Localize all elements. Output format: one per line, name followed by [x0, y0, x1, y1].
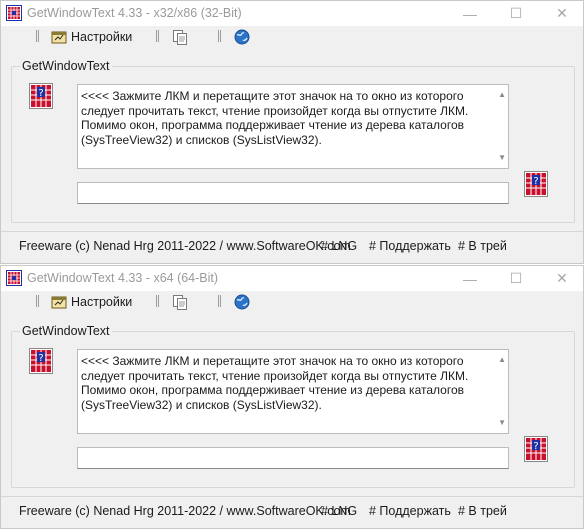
scroll-down-arrow-icon[interactable]: ▼	[498, 151, 506, 166]
info-text: <<<< Зажмите ЛКМ и перетащите этот значо…	[81, 89, 469, 147]
group-title: GetWindowText	[20, 59, 112, 73]
maximize-button[interactable]: ☐	[493, 266, 539, 291]
maximize-button[interactable]: ☐	[493, 1, 539, 26]
scroll-up-arrow-icon[interactable]: ▲	[498, 88, 506, 103]
toolbar-separator	[156, 30, 159, 42]
toolbar-separator	[218, 295, 221, 307]
minimize-button[interactable]: —	[447, 1, 493, 26]
close-button[interactable]: ✕	[539, 266, 584, 291]
copy-icon[interactable]	[172, 29, 188, 45]
drag-finder-icon[interactable]: ?	[524, 436, 548, 462]
settings-icon[interactable]	[51, 294, 67, 310]
globe-icon[interactable]	[234, 294, 250, 310]
title-bar[interactable]: GetWindowText 4.33 - x64 (64-Bit) — ☐ ✕	[1, 266, 583, 291]
status-lng-link[interactable]: # LNG	[321, 504, 357, 518]
settings-menu-button[interactable]: Настройки	[71, 30, 132, 44]
toolbar-separator	[36, 30, 39, 42]
globe-icon[interactable]	[234, 29, 250, 45]
svg-text:?: ?	[533, 441, 538, 452]
getwindowtext-group: GetWindowText ? <<<< Зажмите ЛКМ и перет…	[11, 324, 575, 488]
group-title: GetWindowText	[20, 324, 112, 338]
drag-finder-icon[interactable]: ?	[29, 348, 53, 374]
copy-icon[interactable]	[172, 294, 188, 310]
svg-text:?: ?	[38, 88, 43, 99]
drag-finder-icon[interactable]: ?	[29, 83, 53, 109]
settings-icon[interactable]	[51, 29, 67, 45]
status-support-link[interactable]: # Поддержать	[369, 239, 451, 253]
window-title: GetWindowText 4.33 - x32/x86 (32-Bit)	[27, 6, 242, 20]
scroll-down-arrow-icon[interactable]: ▼	[498, 416, 506, 431]
window-32bit: GetWindowText 4.33 - x32/x86 (32-Bit) — …	[0, 0, 584, 264]
status-lng-link[interactable]: # LNG	[321, 239, 357, 253]
result-input[interactable]	[77, 447, 509, 469]
toolbar-separator	[218, 30, 221, 42]
status-copyright: Freeware (c) Nenad Hrg 2011-2022 / www.S…	[19, 504, 351, 518]
close-button[interactable]: ✕	[539, 1, 584, 26]
info-text: <<<< Зажмите ЛКМ и перетащите этот значо…	[81, 354, 469, 412]
status-tray-link[interactable]: # В трей	[458, 239, 507, 253]
svg-text:?: ?	[533, 176, 538, 187]
app-icon	[6, 270, 22, 286]
scroll-up-arrow-icon[interactable]: ▲	[498, 353, 506, 368]
svg-text:?: ?	[38, 353, 43, 364]
status-copyright: Freeware (c) Nenad Hrg 2011-2022 / www.S…	[19, 239, 351, 253]
app-icon	[6, 5, 22, 21]
toolbar: Настройки	[1, 26, 583, 49]
status-support-link[interactable]: # Поддержать	[369, 504, 451, 518]
result-input[interactable]	[77, 182, 509, 204]
window-64bit: GetWindowText 4.33 - x64 (64-Bit) — ☐ ✕ …	[0, 265, 584, 529]
status-tray-link[interactable]: # В трей	[458, 504, 507, 518]
info-textarea[interactable]: <<<< Зажмите ЛКМ и перетащите этот значо…	[77, 84, 509, 169]
minimize-button[interactable]: —	[447, 266, 493, 291]
toolbar-separator	[156, 295, 159, 307]
toolbar-separator	[36, 295, 39, 307]
drag-finder-icon[interactable]: ?	[524, 171, 548, 197]
info-textarea[interactable]: <<<< Зажмите ЛКМ и перетащите этот значо…	[77, 349, 509, 434]
window-title: GetWindowText 4.33 - x64 (64-Bit)	[27, 271, 219, 285]
status-bar: Freeware (c) Nenad Hrg 2011-2022 / www.S…	[1, 231, 583, 260]
settings-menu-button[interactable]: Настройки	[71, 295, 132, 309]
getwindowtext-group: GetWindowText ? <<<< Зажмите ЛКМ и перет…	[11, 59, 575, 223]
toolbar: Настройки	[1, 291, 583, 314]
status-bar: Freeware (c) Nenad Hrg 2011-2022 / www.S…	[1, 496, 583, 525]
title-bar[interactable]: GetWindowText 4.33 - x32/x86 (32-Bit) — …	[1, 1, 583, 26]
